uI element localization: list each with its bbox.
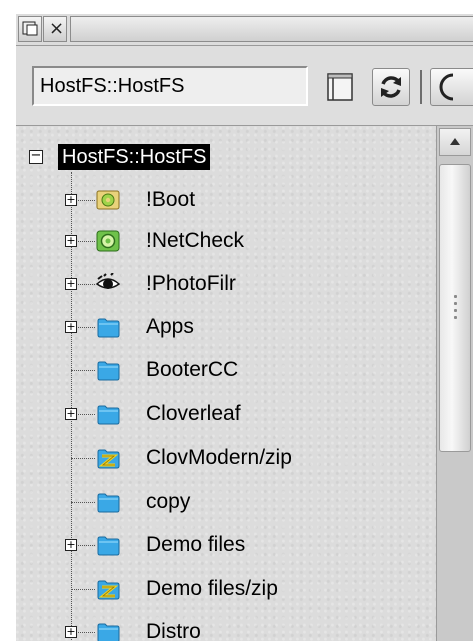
tree-item-demo-files-zip[interactable]: Demo files/zip [16,569,436,609]
tree-connector [71,370,95,371]
tree-item-label: !PhotoFilr [146,272,236,295]
toolbar-separator [420,70,422,104]
tree-item-label: Apps [146,315,194,338]
close-button[interactable]: × [43,16,67,42]
refresh-icon [381,76,401,98]
scroll-grip-dot [454,295,457,298]
vertical-scrollbar[interactable] [436,126,473,641]
tree-item-copy[interactable]: copy [16,482,436,522]
scroll-grip-dot [454,309,457,312]
netcheck-app-icon [96,230,120,252]
zip-archive-icon [97,449,120,469]
folder-icon [97,318,120,338]
tree-item-label: !NetCheck [146,229,245,252]
tree-connector [71,502,95,503]
tree-item-label: Cloverleaf [146,402,241,425]
folder-icon [97,361,120,381]
tree-item-label: ClovModern/zip [146,446,292,469]
tree-connector [71,458,95,459]
tree-item-label: Demo files [146,533,246,556]
tree-item-label: copy [146,490,191,513]
tree-item-label: !Boot [146,188,196,211]
close-icon: × [49,18,65,39]
more-options-icon [439,73,454,101]
tree-item-distro[interactable]: + Distro [16,612,436,641]
folder-icon [97,536,120,556]
more-options-button[interactable] [430,68,473,106]
zip-archive-icon [97,580,120,600]
root-collapse-toggle[interactable]: − [29,149,43,164]
tree-connector [71,589,95,590]
tree-item-boot[interactable]: + !Boot [16,180,436,220]
tree-item-photofilr[interactable]: + !PhotoFilr [16,264,436,304]
pane-toggle-icon [327,73,353,101]
tree-item-label: BooterCC [146,358,239,381]
tree-item-label: Demo files/zip [146,577,278,600]
title-drag-bar[interactable] [70,16,473,42]
tree-view[interactable]: − HostFS::HostFS + !Boot + !NetCheck + !… [16,126,436,641]
tree-root-label[interactable]: HostFS::HostFS [58,144,211,170]
expand-toggle[interactable]: + [65,321,77,333]
photofilr-app-icon [96,273,120,289]
scroll-grip-dot [454,302,457,305]
tree-item-bootercc[interactable]: BooterCC [16,350,436,390]
tree-item-cloverleaf[interactable]: + Cloverleaf [16,394,436,434]
scroll-thumb[interactable] [439,164,471,452]
back-window-icon [22,21,38,36]
tree-item-demo-files[interactable]: + Demo files [16,525,436,565]
tree-item-clovmodern-zip[interactable]: ClovModern/zip [16,438,436,478]
path-field[interactable]: HostFS::HostFS [32,66,308,106]
expand-toggle[interactable]: + [65,539,77,551]
expand-toggle[interactable]: + [65,408,77,420]
tree-item-netcheck[interactable]: + !NetCheck [16,221,436,261]
tree-item-apps[interactable]: + Apps [16,307,436,347]
folder-icon [97,623,120,641]
scroll-grip-dot [454,316,457,319]
pane-toggle-button[interactable] [318,68,360,106]
scroll-up-arrow-icon [450,138,460,145]
back-window-button[interactable] [18,16,42,42]
toolbar: HostFS::HostFS [16,46,473,126]
folder-icon [97,405,120,425]
tree-item-label: Distro [146,620,201,641]
title-bar: × [16,14,473,46]
folder-icon [97,493,120,513]
scroll-up-button[interactable] [439,128,471,156]
expand-toggle[interactable]: + [65,235,77,247]
refresh-button[interactable] [372,68,410,106]
boot-app-icon [96,190,120,210]
expand-toggle[interactable]: + [65,194,77,206]
filer-window: × HostFS::HostFS − HostFS::HostFS + !Boo… [16,14,473,641]
expand-toggle[interactable]: + [65,278,77,290]
expand-toggle[interactable]: + [65,626,77,638]
